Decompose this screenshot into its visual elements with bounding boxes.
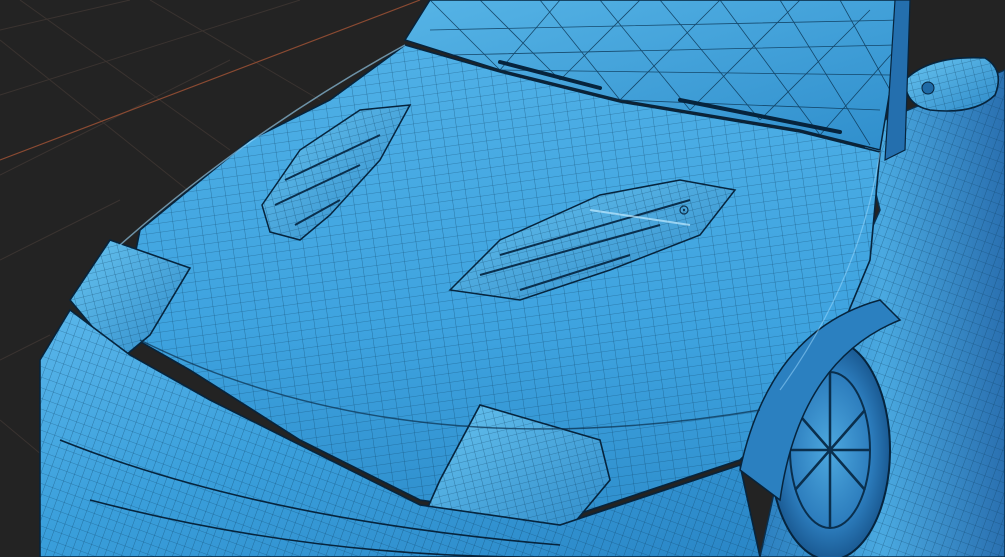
3d-viewport[interactable] — [0, 0, 1005, 557]
car-mesh[interactable] — [39, 0, 1005, 557]
viewport-scene[interactable] — [0, 0, 1005, 557]
side-mirror — [904, 56, 1000, 112]
